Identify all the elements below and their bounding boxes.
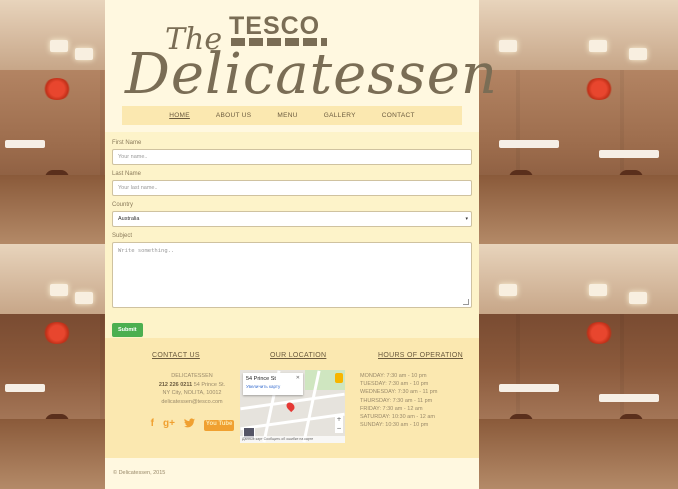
contact-form: First Name Your name.. Last Name Your la… — [112, 140, 472, 337]
nav-gallery[interactable]: GALLERY — [324, 112, 356, 119]
subject-placeholder: Write something.. — [118, 248, 175, 254]
background-tile — [479, 244, 678, 489]
copyright-text: © Delicatessen, 2015 — [113, 470, 166, 476]
map-popup-title: 54 Prince St — [246, 376, 276, 382]
contact-info: DELICATESSEN 212 226 0211 54 Prince St. … — [137, 372, 247, 406]
street-view-icon[interactable] — [335, 373, 343, 383]
site-footer: CONTACT US OUR LOCATION HOURS OF OPERATI… — [105, 338, 479, 458]
contact-name: DELICATESSEN — [171, 373, 213, 379]
country-select[interactable]: Australia ▾ — [112, 211, 472, 227]
hours-wednesday: WEDNESDAY: 7:30 am - 11 pm — [360, 389, 438, 396]
nav-home[interactable]: HOME — [169, 112, 190, 119]
first-name-input[interactable]: Your name.. — [112, 149, 472, 165]
country-label: Country — [112, 202, 134, 208]
twitter-icon[interactable] — [183, 418, 195, 431]
contact-address-1: 54 Prince St. — [193, 381, 226, 388]
map-popup: 54 Prince St Увеличить карту ✕ — [243, 373, 303, 395]
hours-list: MONDAY: 7:30 am - 10 pm TUESDAY: 7:30 am… — [360, 372, 470, 429]
site-header: TESCO The Delicatessen HOME ABOUT US MEN… — [105, 0, 497, 132]
main-panel: TESCO The Delicatessen HOME ABOUT US MEN… — [105, 0, 497, 489]
hours-saturday: SATURDAY: 10:30 am - 12 am — [360, 414, 435, 421]
contact-phone[interactable]: 212 226 0211 — [159, 382, 192, 388]
map-zoom-control[interactable]: + − — [335, 415, 343, 433]
facebook-icon[interactable]: f — [151, 418, 154, 431]
hours-friday: FRIDAY: 7:30 am - 12 am — [360, 405, 423, 412]
hours-tuesday: TUESDAY: 7:30 am - 10 pm — [360, 381, 429, 388]
our-location-title: OUR LOCATION — [270, 352, 327, 359]
nav-about-us[interactable]: ABOUT US — [216, 112, 252, 119]
tesco-logo[interactable]: TESCO — [229, 12, 320, 41]
hours-sunday: SUNDAY: 10:30 am - 10 pm — [360, 422, 429, 429]
copyright-bar: © Delicatessen, 2015 — [105, 458, 479, 489]
youtube-icon[interactable]: You Tube — [203, 420, 235, 431]
contact-us-title: CONTACT US — [152, 352, 200, 359]
hours-thursday: THURSDAY: 7:30 am - 11 pm — [360, 397, 433, 404]
location-map[interactable]: 54 Prince St Увеличить карту ✕ + − Данные… — [240, 370, 345, 443]
subject-label: Subject — [112, 233, 133, 239]
hours-title: HOURS OF OPERATION — [378, 352, 463, 359]
contact-email[interactable]: delicatessen@tesco.com — [137, 398, 247, 407]
social-links: f g+ You Tube — [140, 418, 245, 431]
close-icon[interactable]: ✕ — [296, 375, 300, 381]
background-tile — [0, 244, 106, 489]
background-tile — [0, 0, 106, 245]
background-tile — [479, 0, 678, 245]
subject-textarea[interactable]: Write something.. — [112, 242, 472, 308]
brand-name: Delicatessen — [125, 42, 498, 107]
chevron-down-icon: ▾ — [465, 216, 468, 222]
google-plus-icon[interactable]: g+ — [163, 418, 175, 431]
map-attribution: Данные карт Сообщить об ошибке на карте — [240, 436, 345, 443]
last-name-input[interactable]: Your last name.. — [112, 180, 472, 196]
first-name-label: First Name — [112, 140, 142, 146]
main-nav: HOME ABOUT US MENU GALLERY CONTACT — [122, 106, 462, 125]
hours-monday: MONDAY: 7:30 am - 10 pm — [360, 373, 427, 379]
submit-button[interactable]: Submit — [112, 323, 143, 337]
contact-address-2: NY City, NOLITA, 10012 — [162, 390, 222, 396]
nav-contact[interactable]: CONTACT — [382, 112, 415, 119]
last-name-label: Last Name — [112, 171, 142, 177]
country-select-value: Australia — [118, 216, 140, 222]
map-enlarge-link[interactable]: Увеличить карту — [243, 382, 303, 389]
resize-handle-icon[interactable] — [463, 299, 469, 305]
nav-menu[interactable]: MENU — [277, 112, 297, 119]
